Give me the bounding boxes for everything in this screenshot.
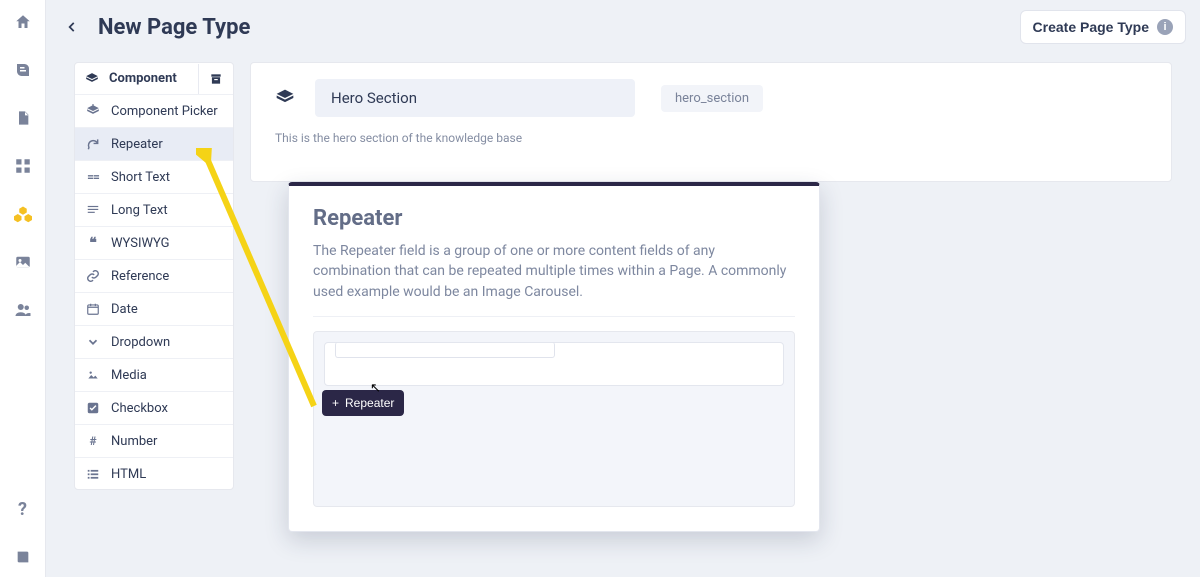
field-type-label: Media [111,368,147,383]
image-icon [85,367,101,383]
field-type-label: Short Text [111,170,170,185]
hero-slug: hero_section [661,85,763,112]
popover-canvas: + Repeater ↖ [313,331,795,507]
canvas-slot [324,342,784,386]
popover-title: Repeater [313,206,795,231]
field-type-label: Date [111,302,138,317]
back-button[interactable] [60,15,84,39]
calendar-icon [85,301,101,317]
field-type-label: Reference [111,269,169,284]
check-square-icon [85,400,101,416]
hash-icon: # [85,433,101,449]
field-type-dropdown[interactable]: Dropdown [75,326,233,358]
add-repeater-button[interactable]: + Repeater [322,390,404,416]
home-icon[interactable] [13,12,33,32]
component-picker-icon [85,103,101,119]
field-type-long-text[interactable]: Long Text [75,194,233,226]
add-repeater-label: Repeater [345,396,394,410]
quote-icon: ❝ [85,235,101,251]
layers-icon [85,72,99,86]
hero-name-input[interactable]: Hero Section [315,79,635,117]
layers-icon [275,88,295,108]
long-text-icon [85,202,101,218]
plus-icon: + [332,396,339,410]
book-icon[interactable] [13,547,33,567]
field-type-reference[interactable]: Reference [75,260,233,292]
field-type-checkbox[interactable]: Checkbox [75,392,233,424]
fields-panel: Component Component Picker Repeater == Shor… [74,62,234,490]
help-icon[interactable]: ? [13,499,33,519]
hero-row: Hero Section hero_section [275,79,1147,117]
field-type-component-picker[interactable]: Component Picker [75,95,233,127]
field-type-date[interactable]: Date [75,293,233,325]
field-type-label: WYSIWYG [111,236,170,251]
field-type-label: HTML [111,467,146,482]
app-root: ? New Page Type Create Page Type i Compo… [0,0,1200,577]
field-type-label: Checkbox [111,401,168,416]
field-type-label: Number [111,434,157,449]
list-icon [85,466,101,482]
short-text-icon: == [85,169,101,185]
image-icon[interactable] [13,252,33,272]
hero-description: This is the hero section of the knowledg… [275,131,1147,145]
content-area: New Page Type Create Page Type i Compone… [46,0,1200,577]
field-type-repeater[interactable]: Repeater [75,128,233,160]
topbar: New Page Type Create Page Type i [46,0,1200,54]
link-icon [85,268,101,284]
create-button-label: Create Page Type [1033,19,1149,35]
left-icon-rail: ? [0,0,46,577]
component-row[interactable]: Component [75,63,233,94]
field-type-label: Repeater [111,137,163,152]
field-type-html[interactable]: HTML [75,458,233,490]
field-type-label: Dropdown [111,335,170,350]
field-type-number[interactable]: # Number [75,425,233,457]
create-page-type-button[interactable]: Create Page Type i [1020,10,1186,44]
component-label: Component [109,71,177,86]
cubes-icon[interactable] [13,204,33,224]
popover-body: The Repeater field is a group of one or … [313,241,795,317]
field-type-label: Long Text [111,203,168,218]
field-type-media[interactable]: Media [75,359,233,391]
field-type-short-text[interactable]: == Short Text [75,161,233,193]
info-icon: i [1157,19,1173,35]
field-type-label: Component Picker [111,104,218,119]
page-icon[interactable] [13,108,33,128]
chevron-down-icon [85,334,101,350]
page-title: New Page Type [98,15,250,40]
archive-icon[interactable] [198,64,233,94]
workarea: Component Component Picker Repeater == Shor… [46,54,1200,577]
users-icon[interactable] [13,300,33,320]
main-panel: Hero Section hero_section This is the he… [250,62,1172,182]
grid-icon[interactable] [13,156,33,176]
field-type-wysiwyg[interactable]: ❝ WYSIWYG [75,227,233,259]
blog-icon[interactable] [13,60,33,80]
repeat-icon [85,136,101,152]
repeater-popover: Repeater The Repeater field is a group o… [288,182,820,532]
